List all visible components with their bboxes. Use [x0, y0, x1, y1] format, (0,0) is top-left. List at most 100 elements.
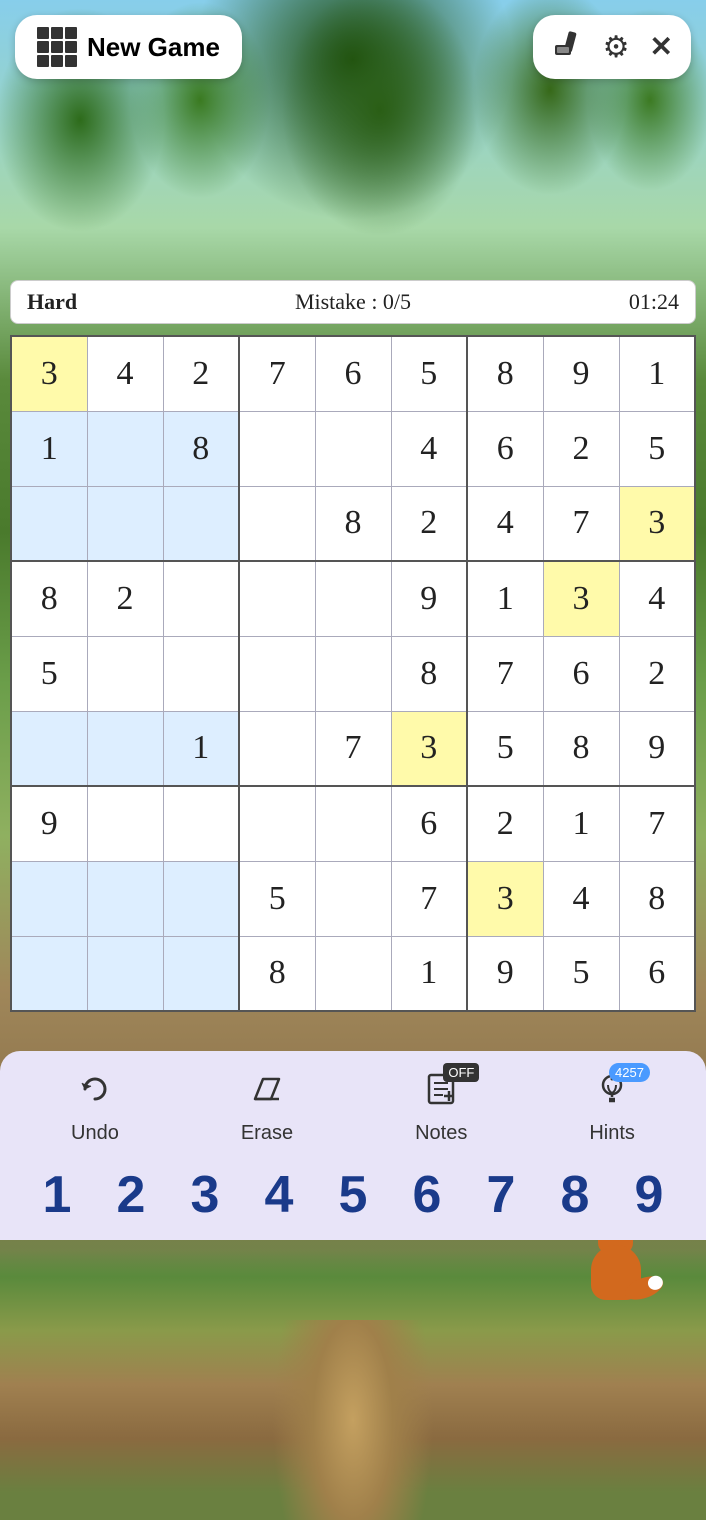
number-pad-4[interactable]: 4 — [247, 1165, 312, 1225]
sudoku-cell[interactable] — [87, 861, 163, 936]
sudoku-cell[interactable]: 1 — [467, 561, 543, 636]
sudoku-cell[interactable] — [87, 486, 163, 561]
sudoku-cell[interactable]: 5 — [543, 936, 619, 1011]
number-pad-1[interactable]: 1 — [25, 1165, 90, 1225]
sudoku-cell[interactable]: 2 — [391, 486, 467, 561]
sudoku-cell[interactable] — [163, 486, 239, 561]
sudoku-cell[interactable]: 3 — [543, 561, 619, 636]
number-pad-3[interactable]: 3 — [173, 1165, 238, 1225]
settings-icon[interactable]: ⚙ — [603, 30, 630, 65]
notes-button[interactable]: OFF Notes — [415, 1071, 467, 1145]
sudoku-cell[interactable]: 8 — [11, 561, 87, 636]
sudoku-cell[interactable]: 9 — [11, 786, 87, 861]
sudoku-cell[interactable]: 3 — [11, 336, 87, 411]
sudoku-cell[interactable]: 5 — [619, 411, 695, 486]
sudoku-cell[interactable]: 8 — [619, 861, 695, 936]
sudoku-cell[interactable]: 5 — [391, 336, 467, 411]
sudoku-cell[interactable]: 6 — [543, 636, 619, 711]
sudoku-cell[interactable] — [239, 561, 315, 636]
sudoku-cell[interactable]: 1 — [543, 786, 619, 861]
sudoku-cell[interactable]: 5 — [239, 861, 315, 936]
sudoku-cell[interactable] — [11, 711, 87, 786]
sudoku-cell[interactable]: 6 — [391, 786, 467, 861]
sudoku-cell[interactable] — [315, 561, 391, 636]
sudoku-cell[interactable]: 9 — [543, 336, 619, 411]
sudoku-cell[interactable]: 4 — [619, 561, 695, 636]
sudoku-cell[interactable]: 7 — [543, 486, 619, 561]
sudoku-cell[interactable] — [239, 486, 315, 561]
sudoku-cell[interactable]: 7 — [391, 861, 467, 936]
number-pad-5[interactable]: 5 — [321, 1165, 386, 1225]
sudoku-cell[interactable]: 2 — [87, 561, 163, 636]
sudoku-cell[interactable] — [87, 411, 163, 486]
sudoku-cell[interactable]: 1 — [163, 711, 239, 786]
number-pad-2[interactable]: 2 — [99, 1165, 164, 1225]
sudoku-cell[interactable] — [239, 636, 315, 711]
number-pad-8[interactable]: 8 — [543, 1165, 608, 1225]
sudoku-cell[interactable]: 3 — [619, 486, 695, 561]
sudoku-cell[interactable] — [315, 636, 391, 711]
sudoku-cell[interactable] — [163, 786, 239, 861]
sudoku-cell[interactable]: 8 — [163, 411, 239, 486]
sudoku-cell[interactable]: 8 — [543, 711, 619, 786]
sudoku-cell[interactable] — [87, 636, 163, 711]
erase-button[interactable]: Erase — [241, 1071, 293, 1145]
sudoku-cell[interactable]: 4 — [467, 486, 543, 561]
sudoku-cell[interactable]: 8 — [239, 936, 315, 1011]
sudoku-cell[interactable]: 8 — [391, 636, 467, 711]
toolbar-buttons: Undo Erase OFF — [10, 1071, 696, 1145]
sudoku-cell[interactable] — [239, 711, 315, 786]
number-pad-9[interactable]: 9 — [617, 1165, 682, 1225]
number-pad-6[interactable]: 6 — [395, 1165, 460, 1225]
sudoku-cell[interactable]: 4 — [87, 336, 163, 411]
sudoku-cell[interactable]: 7 — [467, 636, 543, 711]
paint-icon[interactable] — [551, 27, 583, 67]
sudoku-cell[interactable]: 4 — [543, 861, 619, 936]
sudoku-cell[interactable] — [87, 711, 163, 786]
sudoku-cell[interactable]: 7 — [315, 711, 391, 786]
close-icon[interactable]: ✕ — [650, 30, 673, 64]
sudoku-cell[interactable] — [87, 786, 163, 861]
sudoku-cell[interactable] — [315, 786, 391, 861]
sudoku-cell[interactable]: 3 — [391, 711, 467, 786]
sudoku-cell[interactable]: 7 — [239, 336, 315, 411]
sudoku-cell[interactable]: 9 — [391, 561, 467, 636]
sudoku-cell[interactable]: 2 — [467, 786, 543, 861]
sudoku-cell[interactable] — [239, 786, 315, 861]
sudoku-cell[interactable]: 2 — [543, 411, 619, 486]
sudoku-cell[interactable]: 8 — [467, 336, 543, 411]
sudoku-cell[interactable]: 7 — [619, 786, 695, 861]
sudoku-cell[interactable]: 3 — [467, 861, 543, 936]
sudoku-cell[interactable] — [315, 411, 391, 486]
sudoku-cell[interactable] — [163, 561, 239, 636]
sudoku-cell[interactable] — [163, 861, 239, 936]
sudoku-cell[interactable]: 9 — [619, 711, 695, 786]
sudoku-cell[interactable] — [239, 411, 315, 486]
sudoku-cell[interactable]: 6 — [619, 936, 695, 1011]
sudoku-cell[interactable]: 2 — [163, 336, 239, 411]
sudoku-cell[interactable]: 5 — [11, 636, 87, 711]
sudoku-cell[interactable]: 9 — [467, 936, 543, 1011]
sudoku-cell[interactable]: 1 — [619, 336, 695, 411]
sudoku-cell[interactable] — [11, 861, 87, 936]
undo-button[interactable]: Undo — [71, 1071, 119, 1145]
number-pad-7[interactable]: 7 — [469, 1165, 534, 1225]
sudoku-cell[interactable]: 6 — [467, 411, 543, 486]
sudoku-cell[interactable]: 6 — [315, 336, 391, 411]
sudoku-cell[interactable]: 2 — [619, 636, 695, 711]
sudoku-cell[interactable]: 1 — [391, 936, 467, 1011]
sudoku-cell[interactable] — [315, 936, 391, 1011]
sudoku-cell[interactable]: 4 — [391, 411, 467, 486]
right-controls: ⚙ ✕ — [533, 15, 691, 79]
sudoku-cell[interactable] — [11, 486, 87, 561]
sudoku-cell[interactable] — [87, 936, 163, 1011]
sudoku-cell[interactable] — [11, 936, 87, 1011]
hints-button[interactable]: 4257 Hints — [589, 1071, 635, 1145]
sudoku-cell[interactable]: 5 — [467, 711, 543, 786]
new-game-button[interactable]: New Game — [15, 15, 242, 79]
sudoku-cell[interactable] — [315, 861, 391, 936]
sudoku-cell[interactable] — [163, 936, 239, 1011]
sudoku-cell[interactable]: 8 — [315, 486, 391, 561]
sudoku-cell[interactable] — [163, 636, 239, 711]
sudoku-cell[interactable]: 1 — [11, 411, 87, 486]
